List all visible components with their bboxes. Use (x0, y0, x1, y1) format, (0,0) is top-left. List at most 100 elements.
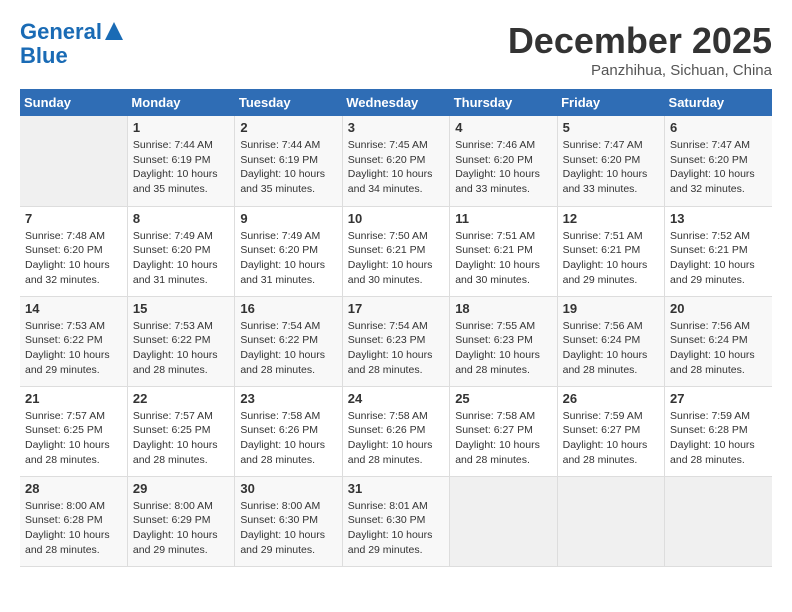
calendar-cell: 29 Sunrise: 8:00 AMSunset: 6:29 PMDayligh… (127, 476, 234, 566)
day-info: Sunrise: 7:47 AMSunset: 6:20 PMDaylight:… (563, 138, 659, 197)
day-info: Sunrise: 7:51 AMSunset: 6:21 PMDaylight:… (455, 229, 551, 288)
calendar-cell: 21Sunrise: 7:57 AMSunset: 6:25 PMDayligh… (20, 386, 127, 476)
day-number: 30 (240, 481, 336, 496)
day-info: Sunrise: 7:46 AMSunset: 6:20 PMDaylight:… (455, 138, 551, 197)
calendar-cell: 22 Sunrise: 7:57 AMSunset: 6:25 PMDayligh… (127, 386, 234, 476)
day-number: 8 (133, 211, 229, 226)
day-number: 15 (133, 301, 229, 316)
day-number: 4 (455, 120, 551, 135)
day-number: 2 (240, 120, 336, 135)
day-number: 14 (25, 301, 122, 316)
day-info: Sunrise: 8:00 AMSunset: 6:30 PMDaylight:… (240, 499, 336, 558)
day-number: 6 (670, 120, 767, 135)
calendar-cell: 3 Sunrise: 7:45 AMSunset: 6:20 PMDaylight… (342, 116, 449, 206)
day-info: Sunrise: 7:58 AMSunset: 6:27 PMDaylight:… (455, 409, 551, 468)
weekday-header: Saturday (665, 89, 772, 116)
day-info: Sunrise: 7:49 AMSunset: 6:20 PMDaylight:… (240, 229, 336, 288)
calendar-cell: 14 Sunrise: 7:53 AMSunset: 6:22 PMDayligh… (20, 296, 127, 386)
day-number: 16 (240, 301, 336, 316)
day-number: 9 (240, 211, 336, 226)
day-number: 27 (670, 391, 767, 406)
calendar-cell: 24 Sunrise: 7:58 AMSunset: 6:26 PMDayligh… (342, 386, 449, 476)
calendar-cell: 9 Sunrise: 7:49 AMSunset: 6:20 PMDaylight… (235, 206, 342, 296)
day-info: Sunrise: 7:49 AMSunset: 6:20 PMDaylight:… (133, 229, 229, 288)
weekday-header-row: SundayMondayTuesdayWednesdayThursdayFrid… (20, 89, 772, 116)
day-number: 19 (563, 301, 659, 316)
day-info: Sunrise: 7:44 AMSunset: 6:19 PMDaylight:… (133, 138, 229, 197)
day-number: 12 (563, 211, 659, 226)
calendar-cell: 6 Sunrise: 7:47 AMSunset: 6:20 PMDaylight… (665, 116, 772, 206)
calendar-cell (450, 476, 557, 566)
calendar-cell: 31 Sunrise: 8:01 AMSunset: 6:30 PMDayligh… (342, 476, 449, 566)
day-number: 23 (240, 391, 336, 406)
calendar-week-row: 21Sunrise: 7:57 AMSunset: 6:25 PMDayligh… (20, 386, 772, 476)
calendar-cell: 23 Sunrise: 7:58 AMSunset: 6:26 PMDayligh… (235, 386, 342, 476)
day-number: 24 (348, 391, 444, 406)
day-info: Sunrise: 7:52 AMSunset: 6:21 PMDaylight:… (670, 229, 767, 288)
day-info: Sunrise: 8:01 AMSunset: 6:30 PMDaylight:… (348, 499, 444, 558)
day-number: 18 (455, 301, 551, 316)
day-info: Sunrise: 7:47 AMSunset: 6:20 PMDaylight:… (670, 138, 767, 197)
calendar-cell: 20Sunrise: 7:56 AMSunset: 6:24 PMDayligh… (665, 296, 772, 386)
calendar-cell (665, 476, 772, 566)
calendar-cell: 12Sunrise: 7:51 AMSunset: 6:21 PMDayligh… (557, 206, 664, 296)
day-number: 22 (133, 391, 229, 406)
day-info: Sunrise: 8:00 AMSunset: 6:29 PMDaylight:… (133, 499, 229, 558)
calendar-cell: 15 Sunrise: 7:53 AMSunset: 6:22 PMDayligh… (127, 296, 234, 386)
day-info: Sunrise: 7:44 AMSunset: 6:19 PMDaylight:… (240, 138, 336, 197)
day-info: Sunrise: 7:58 AMSunset: 6:26 PMDaylight:… (240, 409, 336, 468)
calendar-cell: 5 Sunrise: 7:47 AMSunset: 6:20 PMDaylight… (557, 116, 664, 206)
day-number: 25 (455, 391, 551, 406)
day-info: Sunrise: 7:53 AMSunset: 6:22 PMDaylight:… (133, 319, 229, 378)
calendar-cell: 26 Sunrise: 7:59 AMSunset: 6:27 PMDayligh… (557, 386, 664, 476)
day-number: 26 (563, 391, 659, 406)
calendar-week-row: 1Sunrise: 7:44 AMSunset: 6:19 PMDaylight… (20, 116, 772, 206)
location: Panzhihua, Sichuan, China (508, 62, 772, 79)
day-info: Sunrise: 7:50 AMSunset: 6:21 PMDaylight:… (348, 229, 444, 288)
day-info: Sunrise: 8:00 AMSunset: 6:28 PMDaylight:… (25, 499, 122, 558)
calendar-cell: 18 Sunrise: 7:55 AMSunset: 6:23 PMDayligh… (450, 296, 557, 386)
calendar-cell: 8 Sunrise: 7:49 AMSunset: 6:20 PMDaylight… (127, 206, 234, 296)
day-number: 28 (25, 481, 122, 496)
day-info: Sunrise: 7:54 AMSunset: 6:23 PMDaylight:… (348, 319, 444, 378)
calendar-cell: 16 Sunrise: 7:54 AMSunset: 6:22 PMDayligh… (235, 296, 342, 386)
day-number: 31 (348, 481, 444, 496)
calendar-cell: 13 Sunrise: 7:52 AMSunset: 6:21 PMDayligh… (665, 206, 772, 296)
day-info: Sunrise: 7:54 AMSunset: 6:22 PMDaylight:… (240, 319, 336, 378)
day-info: Sunrise: 7:53 AMSunset: 6:22 PMDaylight:… (25, 319, 122, 378)
day-info: Sunrise: 7:55 AMSunset: 6:23 PMDaylight:… (455, 319, 551, 378)
day-info: Sunrise: 7:59 AMSunset: 6:27 PMDaylight:… (563, 409, 659, 468)
logo-text-blue: Blue (20, 44, 68, 68)
day-info: Sunrise: 7:57 AMSunset: 6:25 PMDaylight:… (25, 409, 122, 468)
calendar-cell: 1Sunrise: 7:44 AMSunset: 6:19 PMDaylight… (127, 116, 234, 206)
logo-icon (105, 22, 123, 40)
calendar-cell: 17 Sunrise: 7:54 AMSunset: 6:23 PMDayligh… (342, 296, 449, 386)
calendar-week-row: 14 Sunrise: 7:53 AMSunset: 6:22 PMDayligh… (20, 296, 772, 386)
day-info: Sunrise: 7:58 AMSunset: 6:26 PMDaylight:… (348, 409, 444, 468)
calendar-week-row: 7Sunrise: 7:48 AMSunset: 6:20 PMDaylight… (20, 206, 772, 296)
logo-text: General (20, 20, 102, 44)
day-number: 5 (563, 120, 659, 135)
calendar-week-row: 28 Sunrise: 8:00 AMSunset: 6:28 PMDayligh… (20, 476, 772, 566)
calendar-cell: 2 Sunrise: 7:44 AMSunset: 6:19 PMDaylight… (235, 116, 342, 206)
weekday-header: Friday (557, 89, 664, 116)
weekday-header: Wednesday (342, 89, 449, 116)
logo: General Blue (20, 20, 123, 68)
day-info: Sunrise: 7:57 AMSunset: 6:25 PMDaylight:… (133, 409, 229, 468)
calendar-cell: 28 Sunrise: 8:00 AMSunset: 6:28 PMDayligh… (20, 476, 127, 566)
weekday-header: Monday (127, 89, 234, 116)
calendar-cell: 11 Sunrise: 7:51 AMSunset: 6:21 PMDayligh… (450, 206, 557, 296)
page-header: General Blue December 2025 Panzhihua, Si… (20, 20, 772, 79)
day-number: 29 (133, 481, 229, 496)
day-number: 10 (348, 211, 444, 226)
day-number: 3 (348, 120, 444, 135)
calendar-cell: 10 Sunrise: 7:50 AMSunset: 6:21 PMDayligh… (342, 206, 449, 296)
weekday-header: Sunday (20, 89, 127, 116)
day-info: Sunrise: 7:45 AMSunset: 6:20 PMDaylight:… (348, 138, 444, 197)
calendar-table: SundayMondayTuesdayWednesdayThursdayFrid… (20, 89, 772, 567)
day-number: 11 (455, 211, 551, 226)
day-number: 7 (25, 211, 122, 226)
day-number: 13 (670, 211, 767, 226)
day-number: 17 (348, 301, 444, 316)
calendar-cell: 30 Sunrise: 8:00 AMSunset: 6:30 PMDayligh… (235, 476, 342, 566)
